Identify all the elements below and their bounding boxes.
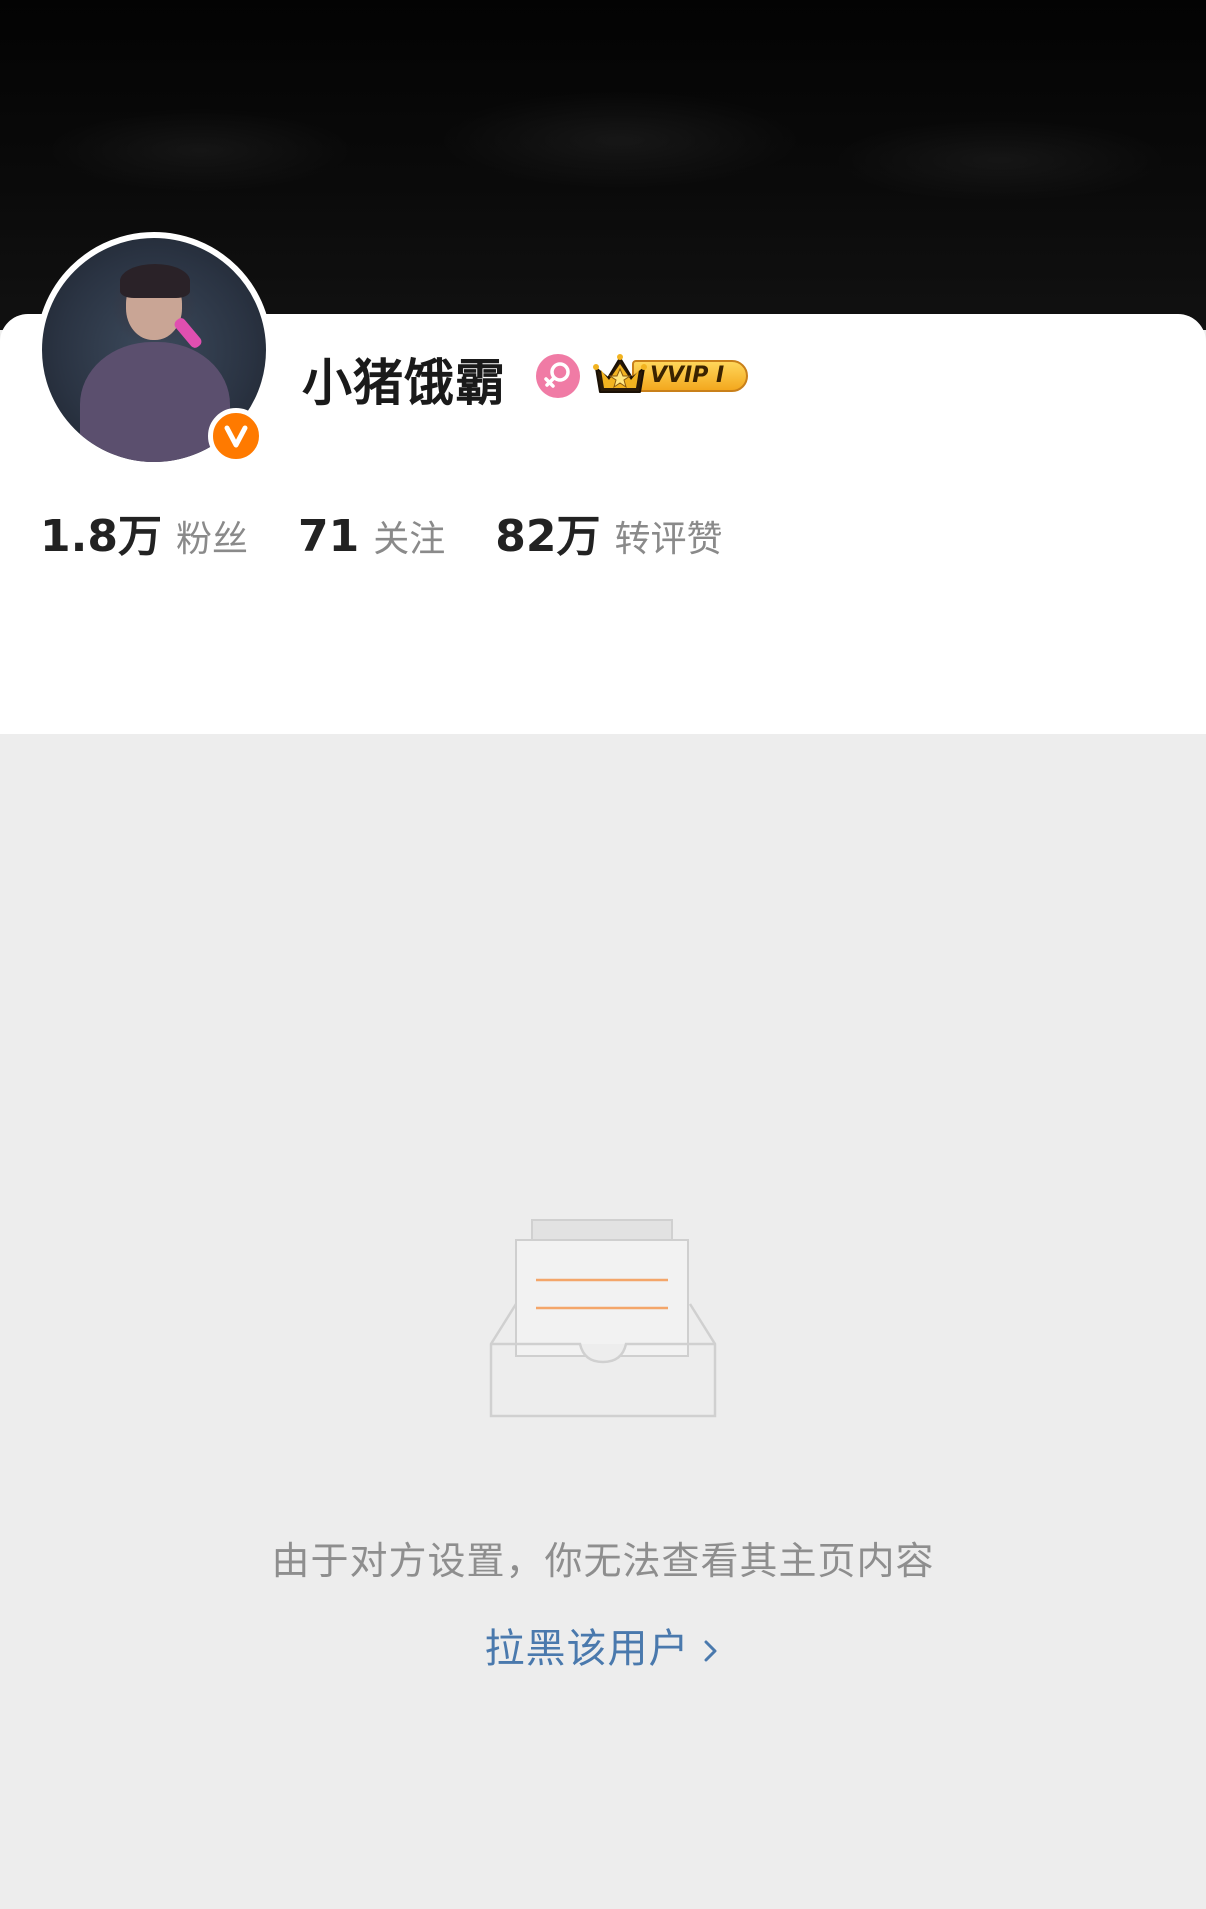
stat-label: 粉丝 — [175, 519, 248, 560]
empty-inbox-icon — [489, 1219, 717, 1418]
stat-label: 关注 — [373, 519, 446, 560]
vvip-membership-badge[interactable]: VVIP I — [592, 352, 756, 400]
avatar-figure-hair — [120, 264, 190, 298]
verified-v-glyph — [224, 425, 248, 448]
female-icon — [536, 354, 580, 398]
restricted-message: 由于对方设置，你无法查看其主页内容 — [271, 1539, 935, 1583]
stat-following[interactable]: 71 关注 — [298, 510, 445, 562]
profile-stats: 1.8万 粉丝 71 关注 82万 转评赞 — [40, 500, 772, 562]
vvip-badge-label: VVIP I — [650, 363, 725, 388]
cover-texture — [0, 40, 1206, 240]
stat-reposts-comments-likes[interactable]: 82万 转评赞 — [495, 500, 722, 564]
block-user-label: 拉黑该用户 — [484, 1626, 690, 1672]
username: 小猪饿霸 — [302, 354, 506, 412]
block-user-link[interactable]: 拉黑该用户 — [0, 1616, 1206, 1674]
stat-label: 转评赞 — [614, 519, 723, 560]
stat-value: 71 — [297, 511, 360, 562]
stat-value: 1.8万 — [40, 511, 162, 562]
verified-v-icon — [208, 408, 264, 464]
crown-icon — [593, 354, 647, 393]
avatar-figure-body — [80, 342, 230, 462]
stat-followers[interactable]: 1.8万 粉丝 — [40, 500, 248, 564]
stat-value: 82万 — [495, 511, 601, 562]
chevron-right-icon — [704, 1640, 716, 1662]
